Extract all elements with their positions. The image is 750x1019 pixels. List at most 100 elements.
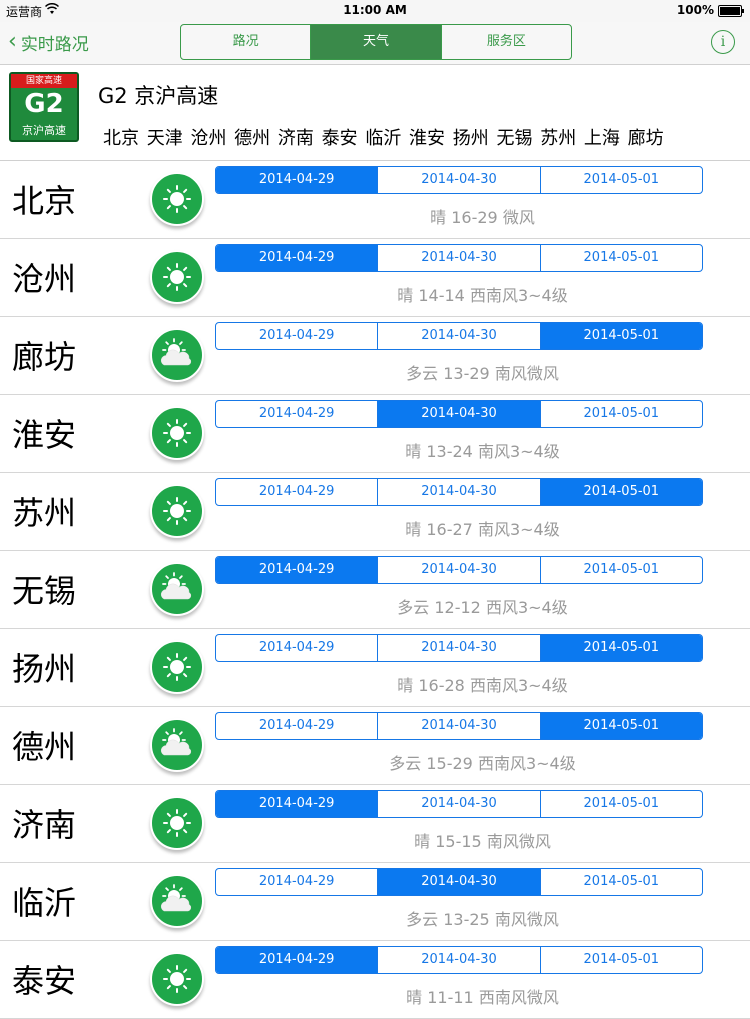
list-item: 北京 2014-04-29 2014-04-30 2014-05-01 晴 16-29 …: [0, 160, 750, 239]
highway-header: 国家高速 G2 京沪高速 G2 京沪高速 北京 天津 沧州 德州 济南 泰安 临…: [0, 64, 750, 161]
city-name: 淮安: [12, 416, 77, 454]
date-tab[interactable]: 2014-04-30: [378, 245, 541, 271]
date-segmented-control: 2014-04-29 2014-04-30 2014-05-01: [215, 634, 703, 662]
sun-icon: [150, 250, 204, 304]
city-name: 临沂: [12, 884, 77, 922]
cloudy-icon: [150, 328, 204, 382]
segmented-control: 路况 天气 服务区: [180, 24, 572, 60]
battery-icon: [718, 5, 744, 17]
clock: 11:00 AM: [343, 3, 407, 17]
list-item: 无锡 2014-04-29 2014-04-30 2014-05-01 多云 12-12…: [0, 550, 750, 629]
list-item: 廊坊 2014-04-29 2014-04-30 2014-05-01 多云 13-29…: [0, 316, 750, 395]
list-item: 扬州 2014-04-29 2014-04-30 2014-05-01 晴 16-28 …: [0, 628, 750, 707]
tab-weather[interactable]: 天气: [311, 25, 442, 59]
city-name: 德州: [12, 728, 77, 766]
date-tab[interactable]: 2014-04-29: [216, 245, 379, 271]
date-tab[interactable]: 2014-04-29: [216, 401, 379, 427]
sun-icon: [150, 640, 204, 694]
tab-service-area[interactable]: 服务区: [442, 25, 571, 59]
date-tab[interactable]: 2014-04-30: [378, 635, 541, 661]
date-tab[interactable]: 2014-05-01: [541, 869, 702, 895]
date-tab[interactable]: 2014-05-01: [540, 479, 702, 505]
date-tab[interactable]: 2014-04-30: [378, 323, 541, 349]
weather-description: 晴 16-29 微风: [430, 208, 535, 227]
date-tab[interactable]: 2014-05-01: [541, 557, 702, 583]
date-tab[interactable]: 2014-04-30: [378, 713, 541, 739]
date-tab[interactable]: 2014-04-30: [378, 791, 541, 817]
battery-percent: 100%: [676, 3, 714, 17]
date-tab[interactable]: 2014-05-01: [540, 323, 702, 349]
date-tab[interactable]: 2014-04-30: [378, 869, 541, 895]
sun-icon: [150, 952, 204, 1006]
date-tab[interactable]: 2014-04-30: [378, 947, 541, 973]
date-segmented-control: 2014-04-29 2014-04-30 2014-05-01: [215, 244, 703, 272]
weather-description: 晴 16-28 西南风3~4级: [397, 676, 568, 695]
date-tab[interactable]: 2014-04-29: [216, 947, 379, 973]
date-tab[interactable]: 2014-04-29: [216, 557, 379, 583]
sun-icon: [150, 796, 204, 850]
navigation-bar: ‹ 实时路况 路况 天气 服务区 i: [0, 22, 750, 65]
date-tab[interactable]: 2014-04-29: [216, 713, 379, 739]
date-tab[interactable]: 2014-05-01: [540, 635, 702, 661]
list-item: 苏州 2014-04-29 2014-04-30 2014-05-01 晴 16-27 …: [0, 472, 750, 551]
date-tab[interactable]: 2014-04-29: [216, 791, 379, 817]
date-tab[interactable]: 2014-04-29: [216, 479, 379, 505]
sun-icon: [150, 406, 204, 460]
cloudy-icon: [150, 562, 204, 616]
date-segmented-control: 2014-04-29 2014-04-30 2014-05-01: [215, 478, 703, 506]
date-tab[interactable]: 2014-04-30: [378, 557, 541, 583]
status-bar: 运营商 11:00 AM 100%: [0, 0, 750, 22]
date-tab[interactable]: 2014-04-29: [216, 167, 379, 193]
date-tab[interactable]: 2014-05-01: [541, 401, 702, 427]
back-button[interactable]: ‹ 实时路况: [8, 28, 89, 56]
list-item: 淮安 2014-04-29 2014-04-30 2014-05-01 晴 13-24 …: [0, 394, 750, 473]
weather-description: 晴 11-11 西南风微风: [406, 988, 559, 1007]
sun-icon: [150, 484, 204, 538]
page-title: G2 京沪高速: [98, 84, 219, 108]
info-icon[interactable]: i: [711, 30, 735, 54]
date-segmented-control: 2014-04-29 2014-04-30 2014-05-01: [215, 712, 703, 740]
date-tab[interactable]: 2014-04-30: [378, 167, 541, 193]
date-tab[interactable]: 2014-05-01: [541, 947, 702, 973]
sun-icon: [150, 172, 204, 226]
weather-description: 多云 13-29 南风微风: [406, 364, 559, 383]
date-tab[interactable]: 2014-04-30: [378, 401, 541, 427]
chevron-left-icon: ‹: [8, 29, 17, 54]
tab-traffic[interactable]: 路况: [181, 25, 312, 59]
weather-description: 晴 13-24 南风3~4级: [405, 442, 560, 461]
list-item: 泰安 2014-04-29 2014-04-30 2014-05-01 晴 11-11 …: [0, 940, 750, 1019]
date-segmented-control: 2014-04-29 2014-04-30 2014-05-01: [215, 166, 703, 194]
route-city-list: 北京 天津 沧州 德州 济南 泰安 临沂 淮安 扬州 无锡 苏州 上海 廊坊: [103, 128, 664, 149]
date-tab[interactable]: 2014-04-29: [216, 869, 379, 895]
date-tab[interactable]: 2014-05-01: [540, 713, 702, 739]
shield-code: G2: [24, 89, 64, 119]
date-segmented-control: 2014-04-29 2014-04-30 2014-05-01: [215, 946, 703, 974]
city-name: 无锡: [12, 572, 77, 610]
date-tab[interactable]: 2014-04-29: [216, 635, 379, 661]
weather-description: 多云 13-25 南风微风: [406, 910, 559, 929]
date-segmented-control: 2014-04-29 2014-04-30 2014-05-01: [215, 556, 703, 584]
weather-description: 多云 15-29 西南风3~4级: [389, 754, 576, 773]
weather-description: 晴 15-15 南风微风: [414, 832, 551, 851]
cloudy-icon: [150, 718, 204, 772]
weather-description: 晴 16-27 南风3~4级: [405, 520, 560, 539]
date-segmented-control: 2014-04-29 2014-04-30 2014-05-01: [215, 868, 703, 896]
date-tab[interactable]: 2014-05-01: [541, 245, 702, 271]
date-tab[interactable]: 2014-05-01: [541, 791, 702, 817]
city-name: 扬州: [12, 650, 77, 688]
date-tab[interactable]: 2014-04-30: [378, 479, 541, 505]
cloudy-icon: [150, 874, 204, 928]
weather-description: 晴 14-14 西南风3~4级: [397, 286, 568, 305]
city-name: 济南: [12, 806, 77, 844]
city-name: 北京: [12, 182, 77, 220]
date-tab[interactable]: 2014-04-29: [216, 323, 379, 349]
date-segmented-control: 2014-04-29 2014-04-30 2014-05-01: [215, 790, 703, 818]
city-name: 泰安: [12, 962, 77, 1000]
shield-top-label: 国家高速: [11, 74, 77, 88]
date-segmented-control: 2014-04-29 2014-04-30 2014-05-01: [215, 322, 703, 350]
weather-description: 多云 12-12 西风3~4级: [397, 598, 568, 617]
city-name: 沧州: [12, 260, 77, 298]
city-name: 苏州: [12, 494, 77, 532]
date-tab[interactable]: 2014-05-01: [541, 167, 702, 193]
list-item: 济南 2014-04-29 2014-04-30 2014-05-01 晴 15-15 …: [0, 784, 750, 863]
